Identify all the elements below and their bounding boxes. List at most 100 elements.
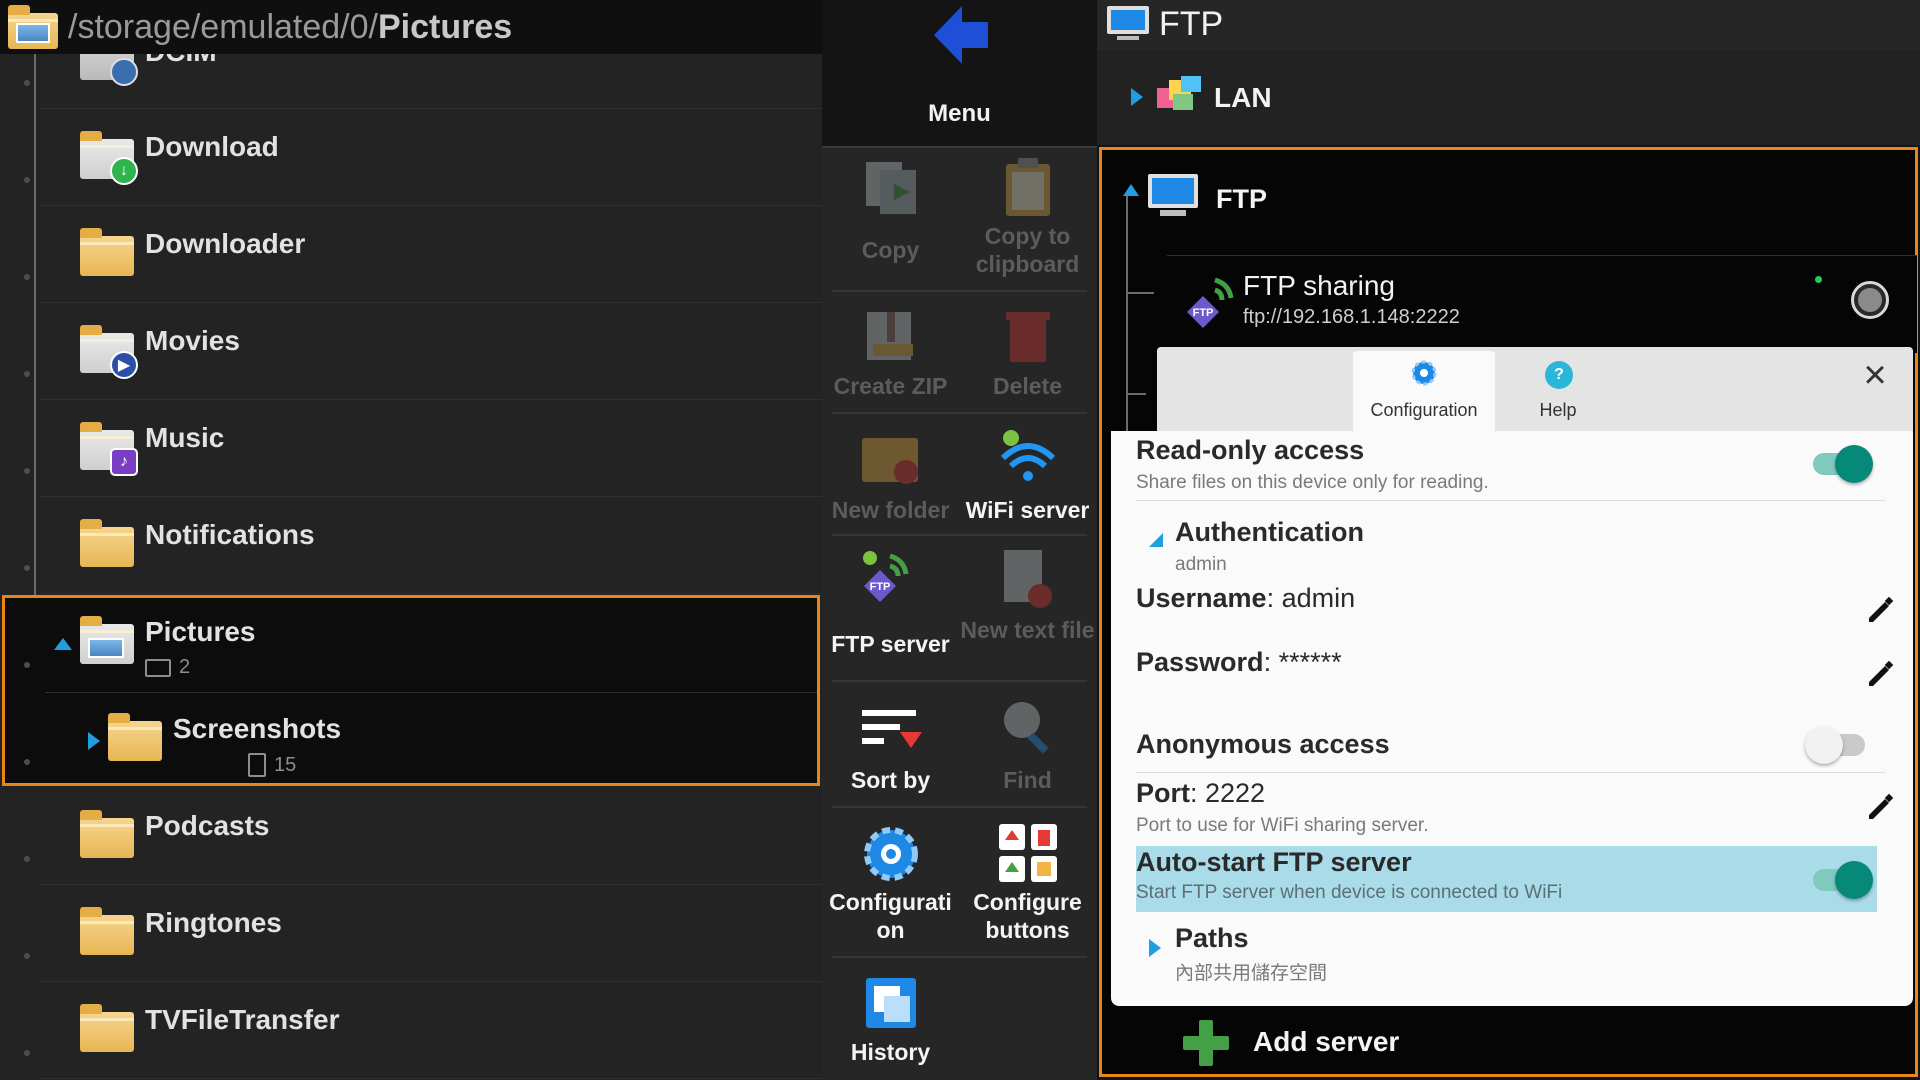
anonymous-toggle[interactable]: [1805, 726, 1873, 764]
ftp-sharing-radio[interactable]: [1851, 281, 1889, 319]
folder-name: Download: [145, 131, 279, 162]
readonly-title: Read-only access: [1136, 435, 1365, 465]
folder-row-tvfiletransfer[interactable]: TVFileTransfer: [40, 982, 822, 1079]
collapsed-arrow-icon[interactable]: [1149, 939, 1161, 957]
folder-row-download[interactable]: ↓ Download: [40, 109, 822, 206]
port-value: : 2222: [1190, 778, 1266, 808]
ftp-group-title: FTP: [1216, 184, 1267, 214]
configure-buttons-button[interactable]: Configure buttons: [959, 810, 1096, 955]
copy-icon: [865, 162, 916, 214]
folder-icon: [80, 519, 134, 567]
copy-to-clipboard-button[interactable]: Copy to clipboard: [959, 150, 1096, 290]
close-icon[interactable]: ×: [1855, 355, 1895, 395]
folder-row-downloader[interactable]: Downloader: [40, 206, 822, 303]
folder-icon: [80, 907, 134, 955]
username-label: Username: [1136, 583, 1267, 613]
history-icon: [865, 978, 916, 1028]
expanded-arrow-icon[interactable]: [1123, 184, 1139, 196]
search-icon: [1003, 702, 1049, 754]
music-folder-icon: ♪: [80, 422, 138, 476]
folder-row-podcasts[interactable]: Podcasts: [40, 788, 822, 885]
sort-icon: [861, 710, 922, 748]
readonly-subtitle: Share files on this device only for read…: [1136, 472, 1489, 493]
tab-configuration[interactable]: Configuration: [1353, 351, 1495, 431]
help-icon: ?: [1545, 361, 1573, 389]
clipboard-icon: [1005, 158, 1050, 216]
edit-pencil-icon[interactable]: [1865, 660, 1895, 690]
expanded-arrow-icon[interactable]: [1149, 533, 1163, 547]
gear-icon: [863, 827, 918, 881]
tab-help[interactable]: ? Help: [1497, 351, 1619, 431]
folder-name: Pictures: [145, 616, 256, 647]
new-file-icon: [1003, 550, 1052, 608]
folder-outline-icon: [145, 658, 171, 677]
port-label: Port: [1136, 778, 1190, 808]
folder-row-movies[interactable]: ▶ Movies: [40, 303, 822, 400]
folder-icon: [80, 810, 134, 858]
password-row[interactable]: Password: ******: [1136, 647, 1893, 678]
folder-row-music[interactable]: ♪ Music: [40, 400, 822, 497]
file-count: 15: [248, 753, 296, 777]
path-bar[interactable]: /storage/emulated/0/Pictures: [0, 0, 822, 54]
download-folder-icon: ↓: [80, 131, 138, 185]
sort-by-button[interactable]: Sort by: [822, 684, 959, 808]
authentication-title: Authentication: [1175, 517, 1364, 547]
tree-line: [34, 54, 36, 634]
find-button[interactable]: Find: [959, 684, 1096, 808]
history-button[interactable]: History: [822, 960, 959, 1080]
paths-row[interactable]: Paths 內部共用儲存空間: [1175, 923, 1893, 985]
password-value: : ******: [1263, 647, 1342, 677]
status-indicator: [1815, 276, 1822, 283]
file-outline-icon: [248, 753, 266, 777]
lan-label: LAN: [1214, 82, 1272, 113]
config-dialog: Read-only access Share files on this dev…: [1111, 431, 1913, 1006]
configuration-button[interactable]: Configurati on: [822, 810, 959, 955]
port-row[interactable]: Port: 2222 Port to use for WiFi sharing …: [1136, 778, 1893, 837]
collapsed-arrow-icon[interactable]: [88, 732, 100, 750]
copy-button[interactable]: Copy: [822, 150, 959, 290]
authentication-row[interactable]: Authentication admin: [1175, 517, 1893, 576]
plus-icon: [1183, 1020, 1229, 1066]
folder-name: TVFileTransfer: [145, 1004, 340, 1035]
delete-button[interactable]: Delete: [959, 294, 1096, 414]
folder-name: Podcasts: [145, 810, 270, 841]
autostart-subtitle: Start FTP server when device is connecte…: [1136, 882, 1563, 903]
wifi-server-button[interactable]: WiFi server: [959, 416, 1096, 536]
readonly-access-row[interactable]: Read-only access Share files on this dev…: [1136, 435, 1893, 494]
ftp-header-title: FTP: [1159, 5, 1224, 43]
file-browser-panel: /storage/emulated/0/Pictures DCIM ↓ Down…: [0, 0, 822, 1080]
folder-row-notifications[interactable]: Notifications: [40, 497, 822, 594]
autostart-toggle[interactable]: [1809, 861, 1873, 899]
anonymous-access-row[interactable]: Anonymous access: [1136, 729, 1893, 760]
ftp-header: FTP: [1097, 0, 1920, 50]
lan-icon: [1157, 76, 1201, 110]
folder-name: Notifications: [145, 519, 315, 550]
movies-folder-icon: ▶: [80, 325, 138, 379]
ftp-icon: FTP: [862, 551, 908, 602]
computer-icon: [1148, 174, 1198, 216]
lan-row[interactable]: LAN: [1097, 50, 1920, 145]
pictures-folder-icon: [80, 616, 134, 664]
folder-row-ringtones[interactable]: Ringtones: [40, 885, 822, 982]
folder-name: Downloader: [145, 228, 306, 259]
folder-row-screenshots[interactable]: Screenshots 15: [68, 691, 818, 788]
ftp-server-button[interactable]: FTP FTP server: [822, 538, 959, 680]
readonly-toggle[interactable]: [1809, 445, 1873, 483]
back-arrow-icon[interactable]: [932, 4, 990, 66]
pictures-folder-icon: [8, 5, 58, 49]
ftp-sharing-url: ftp://192.168.1.148:2222: [1243, 306, 1460, 328]
folder-icon: [80, 228, 134, 276]
create-zip-button[interactable]: Create ZIP: [822, 294, 959, 414]
new-folder-button[interactable]: New folder: [822, 416, 959, 536]
edit-pencil-icon[interactable]: [1865, 793, 1895, 823]
edit-pencil-icon[interactable]: [1865, 596, 1895, 626]
ftp-sharing-row[interactable]: FTP FTP sharing ftp://192.168.1.148:2222: [1167, 255, 1917, 353]
autostart-row[interactable]: Auto-start FTP server Start FTP server w…: [1136, 847, 1893, 904]
zip-icon: [866, 312, 913, 360]
folder-row-pictures[interactable]: Pictures 2: [40, 594, 822, 691]
username-row[interactable]: Username: admin: [1136, 583, 1893, 614]
trash-icon: [1005, 312, 1050, 362]
expanded-arrow-icon[interactable]: [54, 638, 72, 650]
new-text-file-button[interactable]: New text file: [959, 538, 1096, 680]
config-dialog-header: Configuration ? Help ×: [1157, 347, 1913, 431]
